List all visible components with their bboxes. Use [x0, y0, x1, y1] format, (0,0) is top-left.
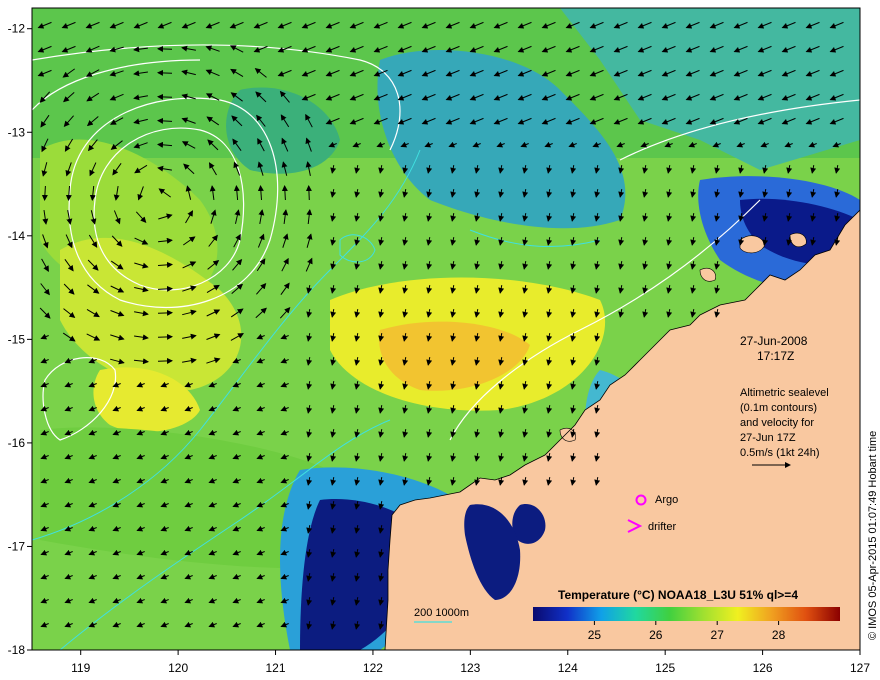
depth-legend-label: 200 1000m: [414, 607, 469, 619]
colorbar-tick-label: 26: [649, 628, 663, 642]
velocity-arrow: [157, 309, 173, 316]
lat-tick-label: -15: [8, 332, 26, 346]
lon-tick-label: 122: [363, 661, 383, 675]
lon-tick-label: 121: [266, 661, 286, 675]
lat-tick-label: -12: [8, 22, 26, 36]
velocity-arrow: [157, 69, 173, 76]
velocity-arrow: [157, 93, 173, 100]
latitude-axis: -12 -13 -14 -15 -16 -17 -18: [8, 22, 32, 657]
lat-tick-label: -13: [8, 125, 26, 139]
date-label: 27-Jun-2008: [740, 334, 808, 348]
lon-tick-label: 119: [71, 661, 90, 675]
description-line-2: (0.1m contours): [740, 402, 817, 414]
velocity-arrow: [157, 333, 173, 340]
colorbar-tick-label: 25: [588, 628, 602, 642]
sst-map-figure: 119 120 121 122 123 124 125 126 127 -12 -13 -14 -15…: [8, 7, 879, 675]
drifter-label: drifter: [648, 521, 676, 533]
colorbar-title: Temperature (°C) NOAA18_L3U 51% ql>=4: [558, 588, 798, 602]
velocity-scale-label: 0.5m/s (1kt 24h): [740, 447, 819, 459]
colorbar-scale: [533, 607, 840, 621]
credit-label: © IMOS 05-Apr-2015 01:07:49 Hobart time: [867, 431, 879, 640]
time-label: 17:17Z: [757, 349, 794, 363]
description-line-1: Altimetric sealevel: [740, 387, 829, 399]
lon-tick-label: 120: [168, 661, 188, 675]
lon-tick-label: 126: [753, 661, 773, 675]
lat-tick-label: -16: [8, 436, 26, 450]
longitude-axis: 119 120 121 122 123 124 125 126 127: [71, 650, 870, 675]
lat-tick-label: -17: [8, 539, 26, 553]
colorbar-tick-label: 28: [772, 628, 786, 642]
lat-tick-label: -14: [8, 229, 26, 243]
lat-tick-label: -18: [8, 643, 26, 657]
colorbar-tick-label: 27: [711, 628, 725, 642]
lon-tick-label: 124: [558, 661, 578, 675]
description-line-4: 27-Jun 17Z: [740, 432, 796, 444]
lon-tick-label: 125: [655, 661, 675, 675]
velocity-arrow: [305, 185, 312, 201]
map-plot-area: [32, 8, 860, 650]
argo-label: Argo: [655, 494, 678, 506]
description-line-3: and velocity for: [740, 417, 814, 429]
lon-tick-label: 127: [850, 661, 870, 675]
lon-tick-label: 123: [460, 661, 480, 675]
